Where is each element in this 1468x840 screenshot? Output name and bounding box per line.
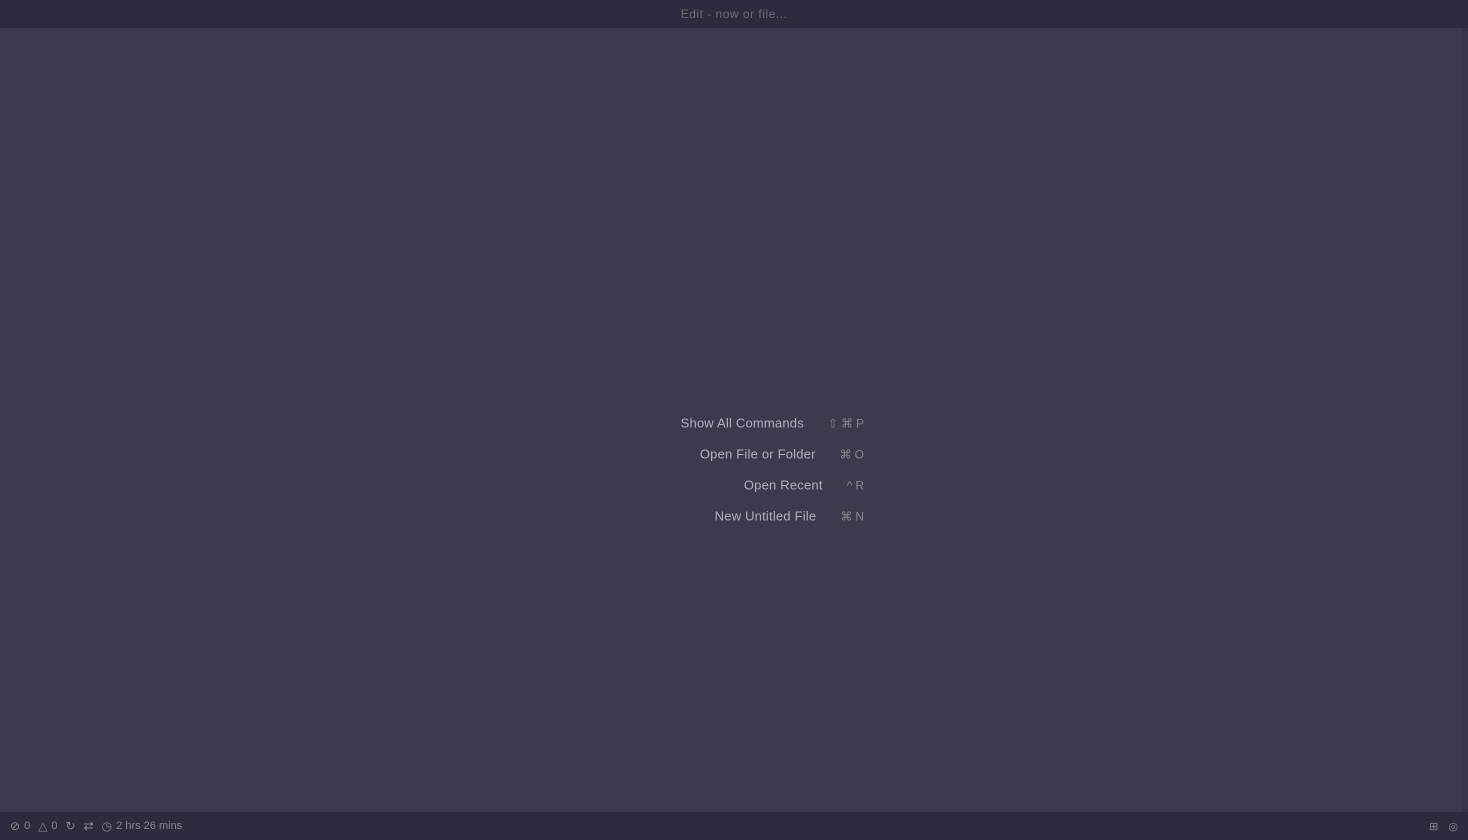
status-right-icon2[interactable]: ◎	[1448, 820, 1458, 833]
status-right: ⊞ ◎	[1429, 820, 1458, 833]
scrollbar-track[interactable]	[1462, 28, 1468, 812]
sync-icon: ⇄	[84, 819, 94, 833]
shortcut-key-open-file-or-folder-0: ⌘	[840, 447, 852, 461]
window-title: Edit - now or file...	[681, 7, 788, 21]
status-bar: ⊘ 0 △ 0 ↻ ⇄ ◷ 2 hrs 26 mins ⊞ ◎	[0, 812, 1468, 840]
warning-icon: △	[38, 819, 47, 833]
timer-value: 2 hrs 26 mins	[116, 820, 182, 832]
warning-count-item[interactable]: △ 0	[38, 819, 57, 833]
timer-item: ◷ 2 hrs 26 mins	[102, 819, 183, 833]
warning-count: 0	[51, 820, 57, 832]
menu-item-label-open-file-or-folder: Open File or Folder	[604, 447, 816, 462]
shortcut-key-new-untitled-file-1: N	[855, 509, 864, 523]
title-bar: Edit - now or file...	[0, 0, 1468, 28]
shortcut-key-show-all-commands-0: ⇧	[828, 416, 838, 430]
menu-item-shortcut-open-file-or-folder: ⌘O	[840, 447, 864, 461]
menu-container: Show All Commands⇧⌘POpen File or Folder⌘…	[604, 408, 864, 532]
status-right-icon1[interactable]: ⊞	[1429, 820, 1438, 833]
menu-item-show-all-commands[interactable]: Show All Commands ⇧⌘P	[604, 408, 864, 439]
shortcut-key-show-all-commands-2: P	[856, 416, 864, 430]
menu-item-label-show-all-commands: Show All Commands	[604, 416, 804, 431]
shortcut-key-new-untitled-file-0: ⌘	[840, 509, 852, 523]
shortcut-key-open-recent-1: R	[855, 478, 864, 492]
main-content: Show All Commands⇧⌘POpen File or Folder⌘…	[0, 28, 1468, 812]
error-icon: ⊘	[10, 819, 20, 833]
refresh-item[interactable]: ↻	[66, 819, 76, 833]
menu-item-open-recent[interactable]: Open Recent ^R	[604, 470, 864, 501]
refresh-icon: ↻	[66, 819, 76, 833]
error-count: 0	[24, 820, 30, 832]
menu-item-shortcut-open-recent: ^R	[847, 478, 864, 492]
sync-item[interactable]: ⇄	[84, 819, 94, 833]
menu-item-label-new-untitled-file: New Untitled File	[604, 509, 816, 524]
status-left: ⊘ 0 △ 0 ↻ ⇄ ◷ 2 hrs 26 mins	[10, 819, 182, 833]
shortcut-key-open-file-or-folder-1: O	[855, 447, 864, 461]
menu-item-label-open-recent: Open Recent	[604, 478, 823, 493]
menu-item-new-untitled-file[interactable]: New Untitled File ⌘N	[604, 501, 864, 532]
menu-item-open-file-or-folder[interactable]: Open File or Folder ⌘O	[604, 439, 864, 470]
shortcut-key-show-all-commands-1: ⌘	[841, 416, 853, 430]
menu-item-shortcut-show-all-commands: ⇧⌘P	[828, 416, 864, 430]
broadcast-icon: ◎	[1448, 820, 1458, 833]
shortcut-key-open-recent-0: ^	[847, 478, 853, 492]
error-count-item[interactable]: ⊘ 0	[10, 819, 30, 833]
layout-icon: ⊞	[1429, 820, 1438, 833]
menu-item-shortcut-new-untitled-file: ⌘N	[840, 509, 864, 523]
clock-icon: ◷	[102, 819, 112, 833]
